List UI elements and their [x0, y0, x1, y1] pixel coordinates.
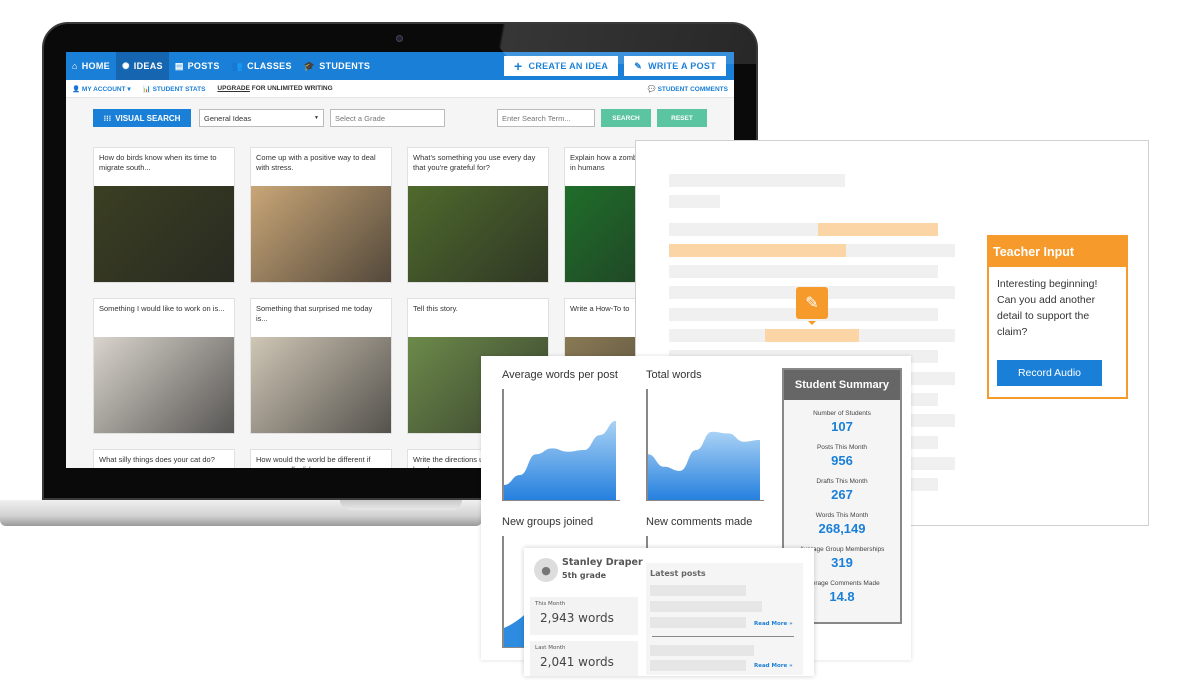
camera-icon — [396, 35, 403, 42]
nav-classes[interactable]: 👥 CLASSES — [226, 52, 298, 80]
screen-glare — [480, 24, 756, 64]
idea-prompt: How would the world be different if mone… — [256, 455, 371, 468]
caret-down-icon: ▼ — [314, 115, 319, 121]
nav-home[interactable]: ⌂ HOME — [66, 52, 116, 80]
stat-value: 267 — [831, 487, 853, 502]
record-audio-button[interactable]: Record Audio — [997, 360, 1102, 386]
idea-card[interactable]: How would the world be different if mone… — [250, 449, 392, 468]
lightbulb-icon: ✺ — [121, 60, 130, 71]
idea-card[interactable]: Something I would like to work on is... — [93, 298, 235, 434]
avg-words-chart — [502, 389, 620, 501]
chart-title: Average words per post — [502, 369, 618, 381]
idea-prompt: Come up with a positive way to deal with… — [256, 153, 376, 172]
classes-icon: 👥 — [231, 60, 244, 71]
idea-card[interactable]: Something that surprised me today is... — [250, 298, 392, 434]
text-line — [669, 265, 938, 278]
nav-ideas[interactable]: ✺ IDEAS — [115, 52, 169, 80]
area-fill — [648, 431, 760, 500]
home-icon: ⌂ — [72, 61, 78, 71]
text-line — [669, 195, 720, 208]
grade-input[interactable] — [330, 109, 445, 127]
chart-title: New comments made — [646, 516, 753, 528]
pencil-icon[interactable]: ✎ — [796, 287, 828, 325]
read-more-link[interactable]: Read More » — [754, 663, 793, 669]
idea-card[interactable]: Come up with a positive way to deal with… — [250, 147, 392, 283]
stat-label: Words This Month — [815, 512, 869, 519]
latest-posts: Latest posts Read More » Read More » — [646, 563, 803, 675]
idea-image — [408, 186, 548, 282]
summary-stat: Number of Students 107 — [784, 410, 900, 434]
graduation-cap-icon: 🎓 — [303, 60, 316, 71]
teacher-input-title: Teacher Input — [989, 237, 1126, 267]
highlight — [669, 244, 846, 257]
post-placeholder — [650, 601, 762, 612]
idea-prompt: What's something you use every day that … — [413, 153, 536, 172]
summary-stat: Drafts This Month 267 — [784, 478, 900, 502]
posts-icon: ▤ — [174, 60, 184, 71]
chart-title: New groups joined — [502, 516, 594, 528]
search-toolbar: ⁝⁝⁝VISUAL SEARCH General Ideas▼ SEARCH R… — [93, 109, 707, 127]
stat-value: 268,149 — [818, 521, 866, 536]
student-grade: 5th grade — [562, 571, 607, 580]
this-month-words: 2,943 words — [540, 611, 614, 625]
area-series — [648, 431, 760, 500]
highlight — [765, 329, 859, 342]
summary-stat: Posts This Month 956 — [784, 444, 900, 468]
stat-label: Drafts This Month — [816, 478, 868, 485]
visual-search-button[interactable]: ⁝⁝⁝ VISUAL SEARCH — [93, 109, 191, 127]
idea-image — [251, 186, 391, 282]
idea-prompt: Tell this story. — [413, 304, 458, 313]
last-month-words: 2,041 words — [540, 655, 614, 669]
reset-button[interactable]: RESET — [657, 109, 707, 127]
student-comments-link[interactable]: 💬 STUDENT COMMENTS — [648, 85, 728, 93]
idea-card[interactable]: What's something you use every day that … — [407, 147, 549, 283]
idea-image — [94, 186, 234, 282]
summary-title: Student Summary — [784, 370, 900, 400]
teacher-comment: Interesting beginning! Can you add anoth… — [997, 278, 1098, 338]
laptop-notch — [340, 500, 462, 510]
stat-label: Posts This Month — [816, 444, 868, 451]
area-fill — [504, 420, 616, 500]
my-account-link[interactable]: 👤 MY ACCOUNT ▾ — [72, 85, 131, 93]
sub-nav: 👤 MY ACCOUNT ▾ 📊 STUDENT STATS UPGRADE F… — [66, 80, 734, 98]
nav-students[interactable]: 🎓 STUDENTS — [298, 52, 376, 80]
idea-prompt: What silly things does your cat do? — [99, 455, 215, 464]
stat-value: 107 — [831, 419, 853, 434]
read-more-link[interactable]: Read More » — [754, 621, 793, 627]
area-series — [504, 420, 616, 500]
divider — [652, 636, 794, 637]
this-month-box: This Month 2,943 words — [530, 597, 638, 635]
idea-card[interactable]: What silly things does your cat do? — [93, 449, 235, 468]
post-placeholder — [650, 645, 754, 656]
highlight — [818, 223, 938, 236]
student-stats-link[interactable]: 📊 STUDENT STATS — [143, 85, 206, 93]
teacher-input-box: Teacher Input Interesting beginning! Can… — [987, 235, 1128, 399]
last-month-box: Last Month 2,041 words — [530, 641, 638, 676]
total-words-chart — [646, 389, 764, 501]
idea-image — [251, 337, 391, 433]
upgrade-link[interactable]: UPGRADE — [217, 85, 250, 92]
text-line — [669, 174, 845, 187]
avatar: ● — [534, 558, 558, 582]
idea-prompt: How do birds know when its time to migra… — [99, 153, 217, 172]
post-placeholder — [650, 585, 746, 596]
stat-label: Number of Students — [813, 410, 871, 417]
student-name: Stanley Draper — [562, 557, 643, 568]
post-placeholder — [650, 660, 746, 671]
post-placeholder — [650, 617, 746, 628]
grid-icon: ⁝⁝⁝ — [103, 113, 112, 123]
idea-prompt: Something that surprised me today is... — [256, 304, 373, 323]
student-card: ● Stanley Draper 5th grade This Month 2,… — [524, 548, 814, 676]
idea-image — [94, 337, 234, 433]
upgrade-text: UPGRADE FOR UNLIMITED WRITING — [217, 85, 333, 92]
search-input[interactable] — [497, 109, 595, 127]
idea-prompt: Something I would like to work on is... — [99, 304, 225, 313]
idea-card[interactable]: How do birds know when its time to migra… — [93, 147, 235, 283]
summary-stat: Words This Month 268,149 — [784, 512, 900, 536]
chart-title: Total words — [646, 369, 702, 381]
category-select[interactable]: General Ideas ▼ — [199, 109, 324, 127]
search-button[interactable]: SEARCH — [601, 109, 651, 127]
stat-value: 956 — [831, 453, 853, 468]
nav-posts[interactable]: ▤ POSTS — [169, 52, 226, 80]
